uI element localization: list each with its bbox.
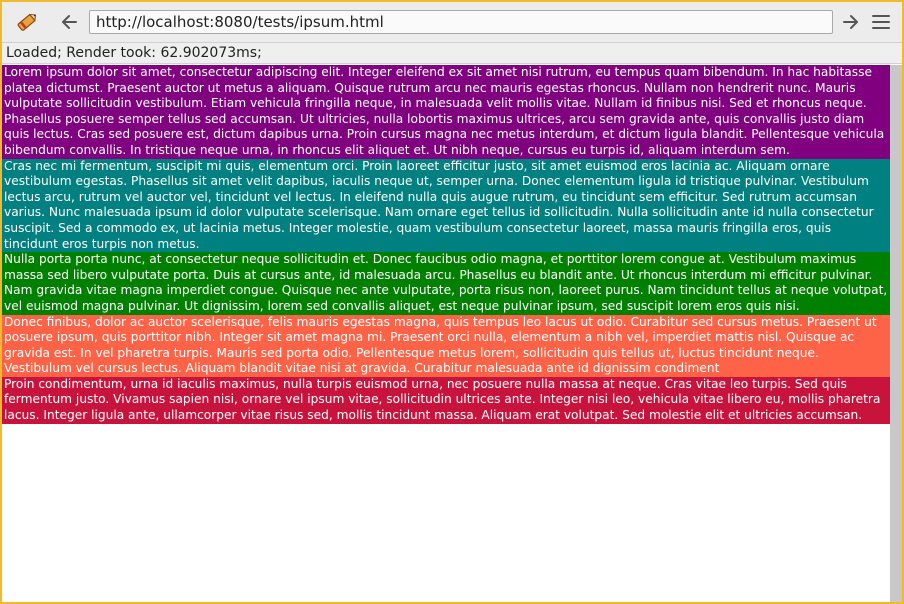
pen-icon[interactable] bbox=[13, 8, 41, 36]
forward-arrow-graphic bbox=[843, 15, 858, 29]
paragraph-purple: Lorem ipsum dolor sit amet, consectetur … bbox=[2, 65, 890, 159]
forward-arrow-icon[interactable] bbox=[837, 8, 865, 36]
paragraph-teal: Cras nec mi fermentum, suscipit mi quis,… bbox=[2, 158, 890, 253]
toolbar bbox=[2, 2, 902, 43]
hamburger-menu-graphic bbox=[872, 15, 890, 29]
paragraph-crimson: Proin condimentum, urna id iaculis maxim… bbox=[2, 376, 890, 424]
browser-window: Loaded; Render took: 62.902073ms; Lorem … bbox=[0, 0, 904, 604]
back-arrow-icon[interactable] bbox=[55, 8, 83, 36]
paragraph-tomato: Donec finibus, dolor ac auctor scelerisq… bbox=[2, 314, 890, 377]
status-bar: Loaded; Render took: 62.902073ms; bbox=[2, 43, 902, 64]
url-field[interactable] bbox=[89, 10, 833, 34]
back-arrow-graphic bbox=[62, 15, 77, 29]
page-viewport[interactable]: Lorem ipsum dolor sit amet, consectetur … bbox=[2, 65, 890, 602]
pen-icon-graphic bbox=[17, 13, 36, 31]
vertical-scrollbar[interactable] bbox=[890, 65, 902, 602]
paragraph-green: Nulla porta porta nunc, at consectetur n… bbox=[2, 252, 890, 315]
hamburger-menu-icon[interactable] bbox=[867, 8, 895, 36]
